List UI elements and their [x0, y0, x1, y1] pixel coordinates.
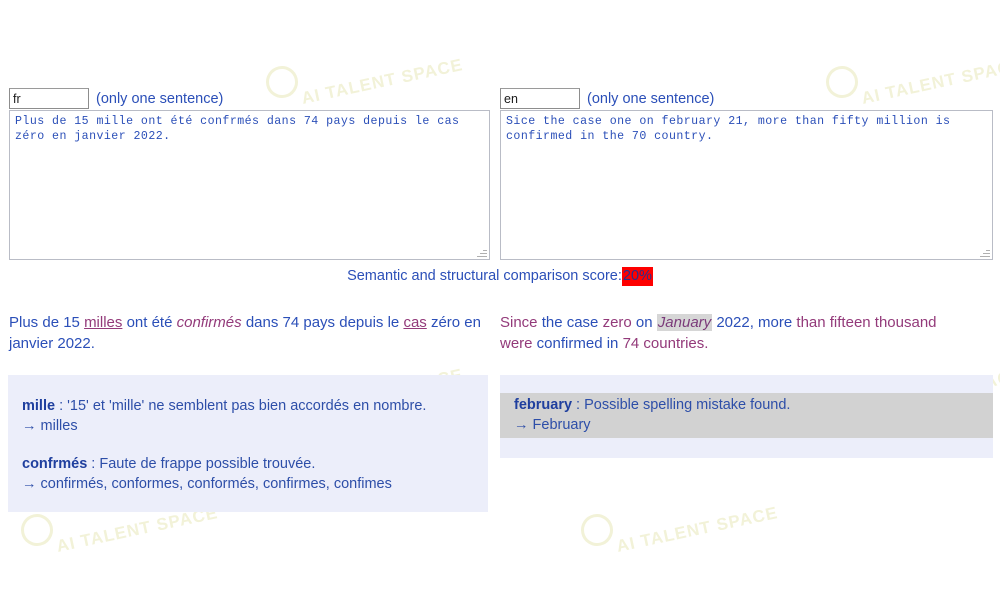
- watermark-logo-icon: [18, 511, 56, 549]
- suggestion-replacement-line[interactable]: → February: [514, 415, 993, 435]
- suggestion-separator: :: [55, 398, 68, 414]
- comparison-score-value: 20%: [621, 267, 653, 286]
- watermark-logo-icon: [578, 511, 616, 549]
- corrected-target-token: confirmed in: [532, 335, 623, 352]
- suggestion-term: confrmés: [22, 456, 88, 472]
- corrected-source-token: dans 74 pays depuis le: [241, 314, 404, 331]
- corrected-target-token: 2022,: [712, 314, 754, 331]
- corrected-target-token: more: [753, 314, 793, 331]
- target-text-input[interactable]: [500, 110, 993, 260]
- corrected-target-token: January: [656, 314, 713, 331]
- arrow-right-icon: →: [514, 417, 533, 433]
- source-lang-row: (only one sentence): [9, 88, 223, 109]
- arrow-right-icon: →: [22, 418, 41, 434]
- suggestion-separator: :: [572, 397, 585, 413]
- suggestion-replacements[interactable]: confirmés, conformes, conformés, confirm…: [41, 476, 392, 492]
- source-lang-note: (only one sentence): [96, 90, 224, 107]
- suggestion-item[interactable]: mille : '15' et 'mille' ne semblent pas …: [22, 396, 488, 436]
- arrow-right-icon: →: [22, 476, 41, 492]
- corrected-target-token: Since: [500, 314, 538, 331]
- target-lang-note: (only one sentence): [587, 90, 715, 107]
- suggestion-replacements[interactable]: milles: [41, 418, 78, 434]
- target-suggestions-panel: february : Possible spelling mistake fou…: [500, 375, 993, 458]
- corrected-source-token: ont été: [122, 314, 177, 331]
- corrected-source-token: milles: [84, 314, 123, 331]
- watermark-logo-icon: [263, 63, 301, 101]
- watermark-text: AI TALENT SPACE: [859, 55, 1000, 108]
- app-root: AI TALENT SPACE AI TALENT SPACE AI TALENT …: [0, 0, 1000, 600]
- source-textarea-wrap: [9, 110, 490, 260]
- suggestion-item[interactable]: february : Possible spelling mistake fou…: [500, 393, 993, 438]
- watermark-text: AI TALENT SPACE: [614, 503, 780, 556]
- source-text-input[interactable]: [9, 110, 490, 260]
- corrected-target-token: 74 countries.: [622, 335, 709, 352]
- source-lang-input[interactable]: [9, 88, 89, 109]
- corrected-target-sentence: Since the case zero on January 2022, mor…: [500, 312, 970, 354]
- corrected-source-token: cas: [403, 314, 427, 331]
- corrected-target-token: the case: [537, 314, 603, 331]
- corrected-source-token: confirmés: [176, 314, 242, 331]
- suggestion-item[interactable]: confrmés : Faute de frappe possible trou…: [22, 454, 488, 494]
- target-lang-row: (only one sentence): [500, 88, 714, 109]
- suggestion-separator: :: [87, 456, 100, 472]
- suggestion-replacements[interactable]: February: [533, 417, 591, 433]
- comparison-score-label: Semantic and structural comparison score…: [347, 268, 622, 284]
- suggestion-replacement-line[interactable]: → milles: [22, 416, 488, 436]
- watermark-text: AI TALENT SPACE: [299, 55, 465, 108]
- suggestion-message: '15' et 'mille' ne semblent pas bien acc…: [67, 398, 427, 414]
- target-textarea-wrap: [500, 110, 993, 260]
- corrected-target-token: zero: [602, 314, 632, 331]
- suggestion-term: february: [514, 397, 573, 413]
- corrected-source-sentence: Plus de 15 milles ont été confirmés dans…: [9, 312, 487, 354]
- corrected-source-token: Plus de 15: [9, 314, 85, 331]
- target-lang-input[interactable]: [500, 88, 580, 109]
- source-suggestions-panel: mille : '15' et 'mille' ne semblent pas …: [8, 375, 488, 512]
- corrected-target-token: on: [631, 314, 657, 331]
- watermark-logo-icon: [823, 63, 861, 101]
- suggestion-message: Faute de frappe possible trouvée.: [99, 456, 316, 472]
- comparison-score-line: Semantic and structural comparison score…: [0, 267, 1000, 286]
- suggestion-term: mille: [22, 398, 56, 414]
- suggestion-message: Possible spelling mistake found.: [584, 397, 791, 413]
- suggestion-replacement-line[interactable]: → confirmés, conformes, conformés, confi…: [22, 474, 488, 494]
